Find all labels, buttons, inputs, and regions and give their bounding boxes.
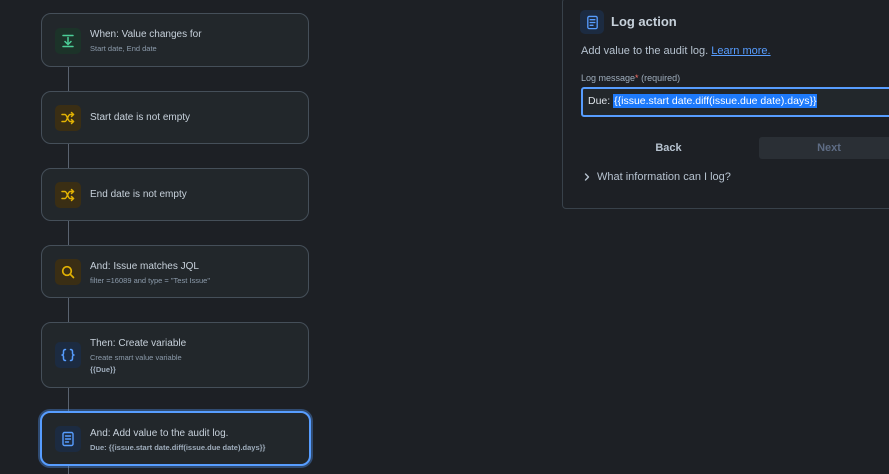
rule-connector (68, 297, 69, 323)
next-button[interactable]: Next (759, 137, 889, 159)
rule-title: When: Value changes for (90, 29, 202, 40)
required-mark: * (635, 73, 639, 83)
rule-title: Start date is not empty (90, 112, 191, 123)
log-message-label-text: Log message (581, 73, 636, 83)
rule-title: Then: Create variable (90, 338, 187, 349)
log-message-prefix: Due: (588, 95, 614, 107)
rule-variable-name: {{Due}} (90, 365, 116, 374)
download-arrow-icon (55, 28, 81, 54)
rule-card-trigger[interactable]: When: Value changes for Start date, End … (41, 13, 309, 67)
rule-card-condition-start-date[interactable]: Start date is not empty (41, 91, 309, 144)
rule-connector (68, 143, 69, 169)
shuffle-icon (55, 105, 81, 131)
panel-description-text: Add value to the audit log. (581, 45, 709, 57)
rule-title: And: Issue matches JQL (90, 261, 199, 272)
rule-card-create-variable[interactable]: Then: Create variable Create smart value… (41, 322, 309, 388)
log-icon (55, 426, 81, 452)
log-message-selection: {{issue.start date.diff(issue.due date).… (613, 94, 818, 108)
log-icon (580, 10, 604, 34)
shuffle-icon (55, 182, 81, 208)
required-text: (required) (641, 73, 681, 83)
rule-connector (68, 387, 69, 412)
search-icon (55, 259, 81, 285)
chevron-right-icon (584, 173, 590, 181)
rule-connector (68, 465, 69, 474)
rule-connector (68, 66, 69, 92)
log-info-expander-label: What information can I log? (597, 171, 731, 183)
rule-title: And: Add value to the audit log. (90, 428, 229, 439)
rule-subtitle: filter =16089 and type = "Test Issue" (90, 276, 210, 285)
rule-title: End date is not empty (90, 189, 187, 200)
rule-card-jql[interactable]: And: Issue matches JQL filter =16089 and… (41, 245, 309, 298)
rule-subtitle: Due: {{issue.start date.diff(issue.due d… (90, 443, 266, 452)
panel-description: Add value to the audit log. Learn more. (581, 45, 771, 57)
log-info-expander[interactable]: What information can I log? (583, 171, 731, 183)
panel-title: Log action (611, 14, 677, 29)
learn-more-link[interactable]: Learn more. (711, 45, 770, 57)
rule-connector (68, 220, 69, 246)
log-message-input[interactable]: Due: {{issue.start date.diff(issue.due d… (581, 87, 889, 117)
log-message-label: Log message* (required) (581, 73, 680, 83)
back-button[interactable]: Back (581, 137, 756, 159)
rule-card-log-action[interactable]: And: Add value to the audit log. Due: {{… (40, 411, 311, 466)
rule-subtitle: Create smart value variable (90, 353, 182, 362)
rule-subtitle: Start date, End date (90, 44, 157, 53)
rule-card-condition-end-date[interactable]: End date is not empty (41, 168, 309, 221)
braces-icon (55, 342, 81, 368)
